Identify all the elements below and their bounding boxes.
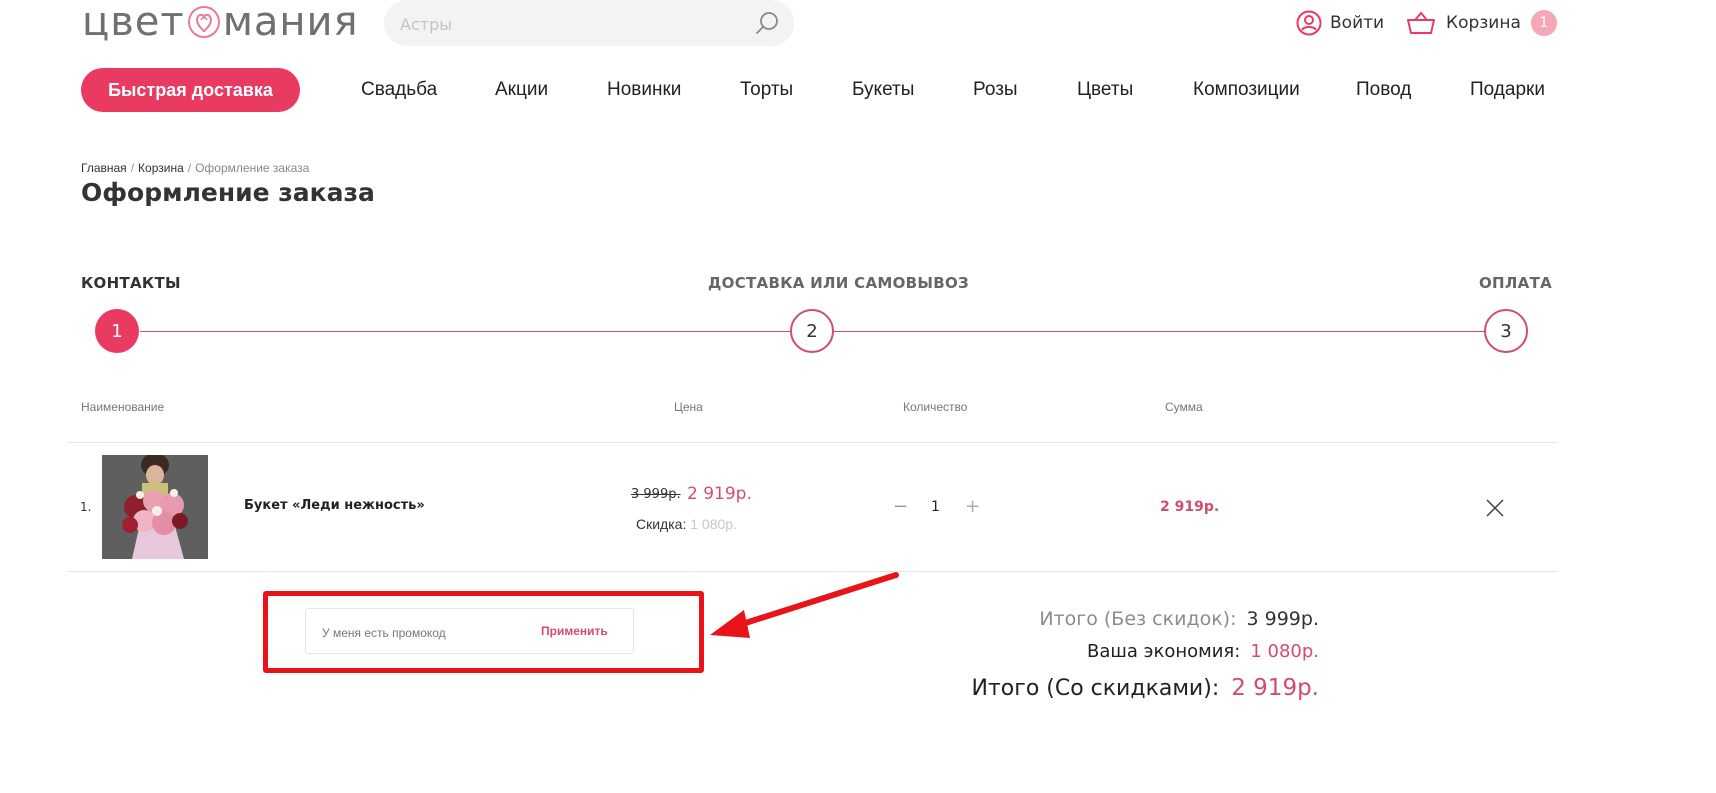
cart-count-badge: 1	[1530, 10, 1557, 36]
qty-value[interactable]: 1	[931, 499, 940, 515]
annotation-arrow-icon	[710, 572, 899, 638]
table-divider-top	[68, 442, 1558, 443]
step-circle-3[interactable]: 3	[1484, 309, 1528, 353]
cart-link[interactable]: Корзина 1	[1406, 8, 1557, 38]
product-name[interactable]: Букет «Леди нежность»	[244, 498, 425, 513]
discount-label: Скидка:	[636, 516, 687, 532]
search-icon[interactable]	[754, 10, 780, 36]
savings: Ваша экономия: 1 080р.	[1087, 641, 1319, 662]
nav-item-gifts[interactable]: Подарки	[1470, 78, 1545, 102]
fast-delivery-button[interactable]: Быстрая доставка	[81, 68, 300, 112]
savings-value: 1 080р.	[1250, 641, 1319, 662]
close-icon[interactable]	[1484, 497, 1506, 519]
nav-item-flowers[interactable]: Цветы	[1077, 78, 1133, 102]
basket-icon	[1407, 11, 1435, 34]
rose-logo-icon	[187, 6, 220, 38]
breadcrumb-separator: /	[130, 161, 135, 175]
nav-item-bouquets[interactable]: Букеты	[852, 78, 914, 102]
search-input[interactable]	[398, 8, 742, 40]
total-without-discount-value: 3 999р.	[1246, 608, 1320, 630]
breadcrumb-separator: /	[187, 161, 192, 175]
nav-item-occasion[interactable]: Повод	[1356, 78, 1411, 102]
bouquet-photo-icon	[102, 455, 208, 559]
apply-promo-button[interactable]: Применить	[541, 624, 608, 638]
product-image[interactable]	[102, 455, 208, 559]
nav-item-roses[interactable]: Розы	[973, 78, 1018, 102]
step-circle-1[interactable]: 1	[95, 309, 139, 353]
total-with-discount-label: Итого (Со скидками):	[971, 676, 1220, 701]
current-price: 2 919р.	[687, 484, 752, 504]
total-with-discount: Итого (Со скидками): 2 919р.	[972, 675, 1319, 701]
discount-info: Скидка: 1 080р.	[636, 516, 737, 532]
nav-item-new[interactable]: Новинки	[607, 78, 681, 102]
breadcrumb-home[interactable]: Главная	[81, 161, 127, 175]
breadcrumb-current: Оформление заказа	[195, 161, 310, 175]
old-price: 3 999р.	[631, 487, 681, 502]
user-icon	[1296, 10, 1322, 36]
column-header-name: Наименование	[81, 400, 165, 414]
login-link[interactable]: Войти	[1296, 8, 1384, 38]
total-without-discount: Итого (Без скидок): 3 999р.	[1039, 608, 1319, 630]
total-with-discount-value: 2 919р.	[1231, 675, 1319, 701]
column-header-qty: Количество	[903, 400, 968, 414]
step-label-payment[interactable]: ОПЛАТА	[1479, 274, 1552, 292]
savings-label: Ваша экономия:	[1086, 641, 1241, 662]
column-header-sum: Сумма	[1165, 400, 1203, 414]
logo[interactable]: цвет мания	[82, 0, 359, 44]
breadcrumb: Главная / Корзина / Оформление заказа	[81, 161, 309, 175]
nav-item-cakes[interactable]: Торты	[740, 78, 793, 102]
discount-value: 1 080р.	[690, 516, 737, 532]
nav-item-sales[interactable]: Акции	[495, 78, 548, 102]
login-label: Войти	[1330, 13, 1385, 33]
nav-item-wedding[interactable]: Свадьба	[361, 78, 437, 102]
column-header-price: Цена	[674, 400, 703, 414]
nav-item-compositions[interactable]: Композиции	[1193, 78, 1300, 102]
cart-label: Корзина	[1446, 13, 1521, 33]
qty-decrease-button[interactable]: −	[893, 496, 908, 517]
step-label-contacts[interactable]: КОНТАКТЫ	[81, 274, 181, 292]
search-bar	[384, 0, 794, 46]
total-without-discount-label: Итого (Без скидок):	[1039, 608, 1237, 630]
breadcrumb-cart[interactable]: Корзина	[138, 161, 184, 175]
row-sum: 2 919р.	[1160, 499, 1220, 515]
step-label-delivery[interactable]: ДОСТАВКА ИЛИ САМОВЫВОЗ	[708, 274, 969, 292]
logo-text-right: мания	[222, 0, 359, 45]
logo-text-left: цвет	[82, 0, 185, 45]
row-index: 1.	[80, 500, 92, 514]
step-circle-2[interactable]: 2	[790, 309, 834, 353]
page-title: Оформление заказа	[81, 178, 375, 207]
qty-increase-button[interactable]: +	[965, 496, 980, 517]
promo-code-input[interactable]	[320, 621, 524, 645]
promo-code-form: Применить	[305, 608, 634, 654]
